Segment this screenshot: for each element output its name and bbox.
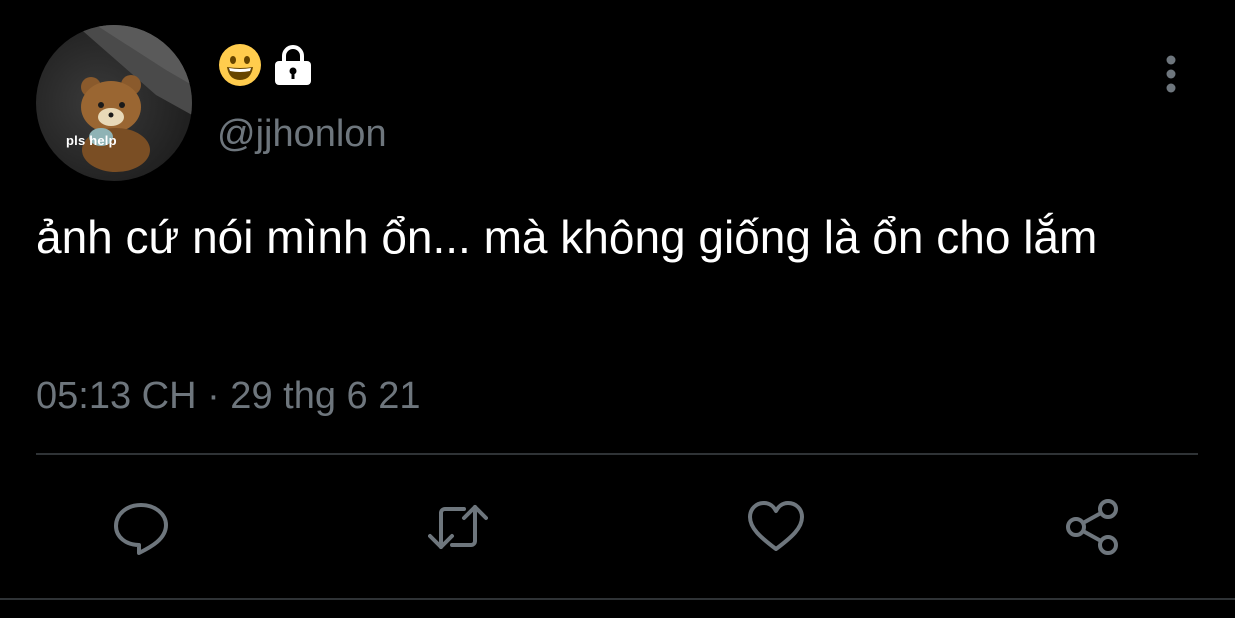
retweet-arrows-icon [428, 505, 488, 549]
tweet-timestamp[interactable]: 05:13 CH · 29 thg 6 21 [36, 372, 420, 420]
divider [36, 453, 1198, 455]
retweet-button[interactable] [428, 497, 488, 557]
avatar-photo-bear [76, 25, 192, 172]
share-nodes-icon [1066, 499, 1118, 555]
more-options-icon[interactable] [1150, 52, 1192, 96]
grinning-face-emoji-icon [219, 44, 261, 86]
avatar[interactable]: pls help [36, 25, 192, 181]
heart-icon [748, 501, 804, 551]
bottom-divider [0, 598, 1235, 600]
lock-icon [275, 45, 311, 85]
tweet-text: ảnh cứ nói mình ổn... mà không giống là … [36, 211, 1098, 263]
user-handle[interactable]: @jjhonlon [217, 112, 387, 156]
tweet-card: pls help @jjhonlon ảnh cứ nói mình ổn...… [0, 0, 1235, 618]
like-button[interactable] [746, 497, 806, 557]
reply-button[interactable] [111, 497, 171, 557]
share-button[interactable] [1063, 497, 1123, 557]
display-name[interactable] [217, 42, 315, 88]
avatar-caption: pls help [66, 133, 117, 148]
speech-bubble-icon [114, 503, 168, 555]
